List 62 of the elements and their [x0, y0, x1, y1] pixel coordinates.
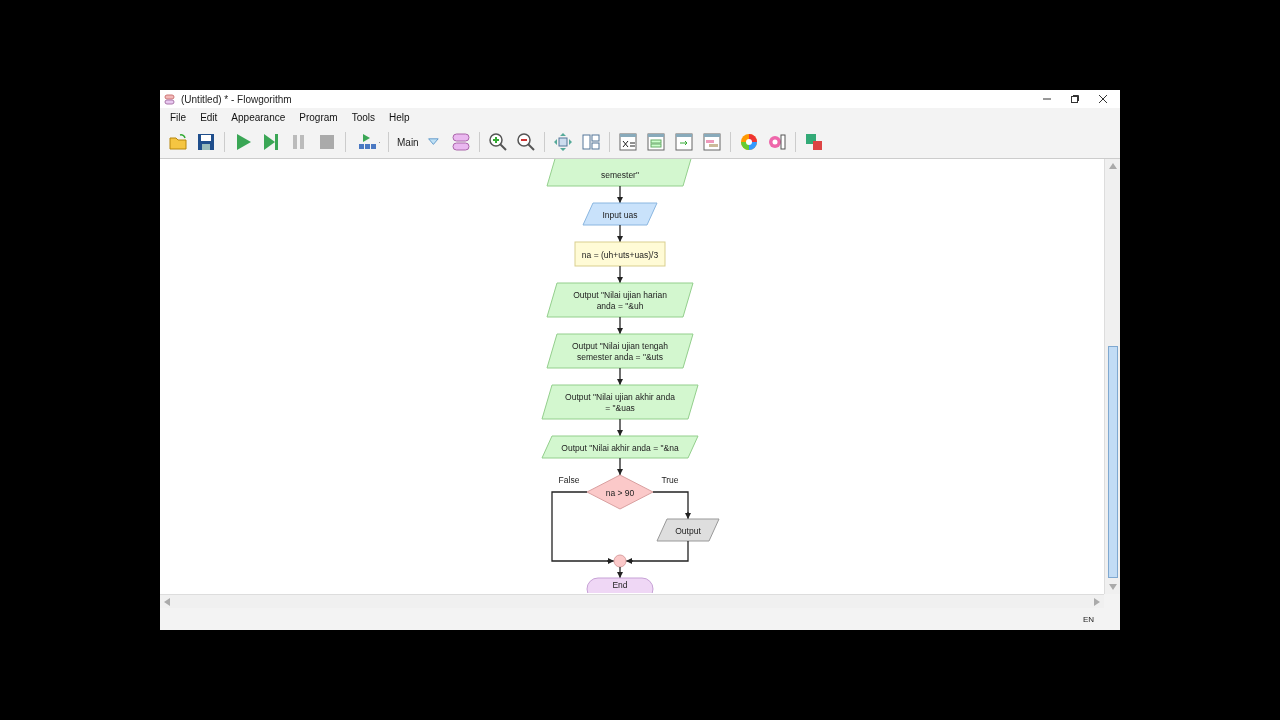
menu-item[interactable]: Program [299, 111, 338, 123]
flow-arrow [617, 367, 623, 386]
flow-arrow [617, 418, 623, 437]
app-icon [164, 93, 175, 105]
close-icon[interactable] [1098, 94, 1108, 104]
scroll-down-icon[interactable] [1108, 584, 1117, 590]
layout-icon[interactable] [580, 132, 601, 152]
menu-item[interactable]: Tools [351, 111, 375, 123]
step-icon[interactable] [261, 132, 281, 152]
scroll-left-icon[interactable] [164, 597, 170, 606]
node-text: anda = "&uh [596, 301, 644, 311]
output-shape [656, 518, 720, 542]
window-icon[interactable] [645, 132, 666, 152]
zoom-in-icon[interactable] [487, 132, 508, 152]
function-icon[interactable] [450, 132, 471, 152]
node-text: na > 90 [605, 487, 635, 498]
node-text: Output "Nilai ujian harian [573, 290, 667, 300]
decision-diamond [586, 474, 654, 510]
flow-arrow [617, 316, 623, 335]
menu-item[interactable]: File [170, 111, 187, 123]
function-selector[interactable]: Main [397, 136, 419, 148]
variables-icon[interactable] [617, 132, 638, 152]
scroll-thumb[interactable] [1107, 346, 1118, 578]
color-wheel-icon[interactable] [738, 132, 759, 152]
flow-arrow [617, 265, 623, 284]
menu-item[interactable]: Appearance [231, 111, 286, 123]
flow-arrow [617, 457, 623, 476]
flow-line [652, 491, 689, 514]
node-text: Output "Nilai ujian akhir anda [565, 392, 675, 402]
scroll-up-icon[interactable] [1108, 163, 1117, 169]
node-text: Input uas [602, 209, 638, 220]
vertical-scrollbar[interactable] [1104, 159, 1120, 594]
node-text: Output [675, 525, 701, 536]
menu-item[interactable]: Edit [200, 111, 218, 123]
node-text: na = (uh+uts+uas)/3 [581, 249, 659, 260]
language-indicator: EN [1082, 614, 1094, 624]
node-text: semester" [601, 170, 639, 180]
move-icon[interactable] [552, 132, 573, 152]
window-title: (Untitled) * - Flowgorithm [181, 93, 293, 105]
flow-arrow [617, 185, 623, 204]
menu-item[interactable]: Help [389, 111, 410, 123]
restore-icon[interactable] [1070, 94, 1080, 104]
scroll-right-icon[interactable] [1094, 597, 1100, 606]
node-text: Output "Nilai ujian tengah [571, 341, 669, 351]
terminal-shape [586, 577, 654, 593]
folder-icon[interactable] [168, 132, 188, 152]
translate-icon[interactable] [803, 132, 824, 152]
flow-arrow [617, 224, 623, 243]
save-icon[interactable] [196, 132, 216, 152]
node-text: End [612, 580, 628, 590]
console-icon[interactable] [673, 132, 694, 152]
branch-label: False [558, 475, 580, 485]
color-scheme-icon[interactable] [766, 132, 787, 152]
flow-line [631, 540, 689, 562]
zoom-out-icon[interactable] [515, 132, 536, 152]
node-text: Output "Nilai akhir anda = "&na [561, 442, 679, 453]
branch-label: True [661, 475, 679, 485]
stop-icon[interactable] [317, 132, 337, 152]
node-text: semester anda = "&uts [577, 352, 663, 362]
node-text: = "&uas [605, 403, 635, 413]
chart-window-icon[interactable] [701, 132, 722, 152]
merge-point [613, 554, 627, 568]
